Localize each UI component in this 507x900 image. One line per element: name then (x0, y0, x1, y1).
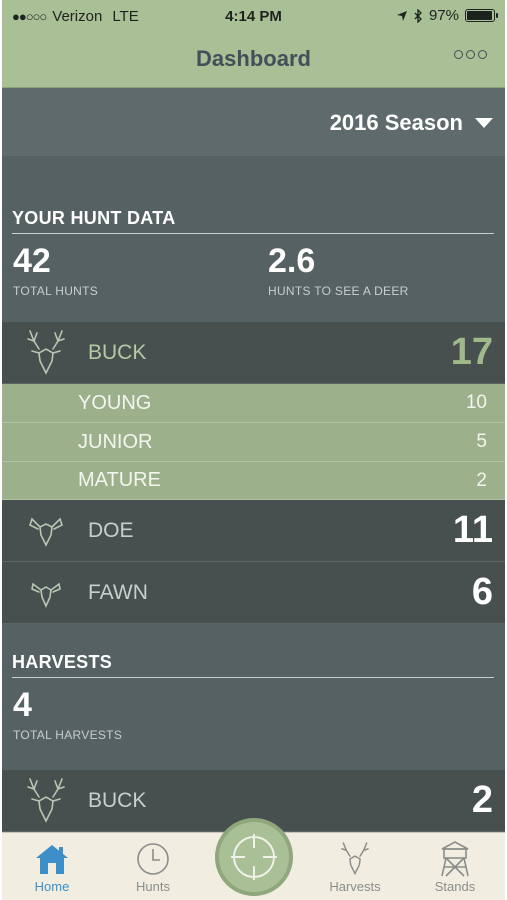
total-hunts-stat: 42 TOTAL HUNTS (13, 242, 98, 298)
harvests-heading: HARVESTS (12, 652, 494, 678)
doe-label: DOE (88, 518, 134, 542)
location-icon (396, 10, 407, 21)
dashboard-content: YOUR HUNT DATA 42 TOTAL HUNTS 2.6 HUNTS … (2, 156, 505, 832)
junior-label: JUNIOR (78, 430, 153, 453)
tab-stands-label: Stands (434, 879, 476, 894)
total-harvests-stat: 4 TOTAL HARVESTS (13, 686, 122, 742)
new-hunt-button[interactable] (215, 818, 293, 896)
harvest-buck-count: 2 (471, 779, 493, 821)
buck-icon (315, 839, 395, 879)
buck-junior-row: JUNIOR 5 (2, 423, 505, 462)
tab-hunts-label: Hunts (136, 879, 170, 894)
crosshair-icon (231, 834, 277, 880)
battery-icon (465, 9, 498, 22)
tab-harvests-label: Harvests (329, 879, 381, 894)
caret-down-icon (475, 118, 493, 128)
hunts-to-see-value: 2.6 (268, 242, 316, 280)
young-count: 10 (465, 392, 487, 413)
doe-count: 11 (452, 509, 493, 551)
battery-percent: 97% (428, 7, 459, 24)
total-hunts-label: TOTAL HUNTS (13, 284, 99, 298)
clock-icon (113, 839, 193, 879)
hunt-data-heading: YOUR HUNT DATA (12, 208, 494, 234)
buck-mature-row: MATURE 2 (2, 462, 505, 500)
harvest-buck-label: BUCK (88, 788, 147, 812)
fawn-icon (24, 576, 68, 610)
junior-count: 5 (476, 431, 487, 452)
app-frame: ●●○○○ Verizon LTE 4:14 PM 97% Dashboard … (2, 0, 505, 900)
total-hunts-value: 42 (13, 242, 51, 280)
total-harvests-label: TOTAL HARVESTS (13, 728, 123, 742)
fawn-label: FAWN (88, 580, 148, 604)
doe-icon (24, 513, 68, 549)
tab-home-label: Home (34, 879, 70, 894)
tab-stands[interactable]: Stands (415, 839, 495, 894)
mature-label: MATURE (78, 469, 161, 491)
more-icon[interactable] (454, 50, 487, 59)
season-dropdown[interactable]: 2016 Season (330, 110, 493, 136)
home-icon (12, 839, 92, 879)
tab-harvests[interactable]: Harvests (315, 839, 395, 894)
season-bar: 2016 Season (2, 88, 505, 156)
tab-home[interactable]: Home (12, 839, 92, 894)
mature-count: 2 (476, 469, 487, 491)
doe-row[interactable]: DOE 11 (2, 500, 505, 562)
season-label: 2016 Season (329, 110, 463, 135)
nav-bar: Dashboard (2, 34, 505, 88)
buck-icon (24, 775, 68, 827)
tower-icon (415, 839, 495, 879)
buck-young-row: YOUNG 10 (2, 384, 505, 423)
bluetooth-icon (414, 8, 422, 23)
total-harvests-value: 4 (13, 686, 32, 724)
tab-hunts[interactable]: Hunts (113, 839, 193, 894)
buck-count: 17 (450, 331, 493, 373)
fawn-row[interactable]: FAWN 6 (2, 562, 505, 624)
hunts-to-see-label: HUNTS TO SEE A DEER (268, 284, 409, 298)
buck-icon (24, 327, 68, 379)
young-label: YOUNG (78, 391, 152, 414)
page-title: Dashboard (196, 46, 311, 71)
status-right: 97% (396, 7, 498, 24)
hunts-to-see-stat: 2.6 HUNTS TO SEE A DEER (268, 242, 409, 298)
buck-label: BUCK (88, 340, 147, 364)
fawn-count: 6 (471, 571, 493, 613)
status-bar: ●●○○○ Verizon LTE 4:14 PM 97% (2, 0, 505, 34)
buck-row[interactable]: BUCK 17 (2, 322, 505, 384)
